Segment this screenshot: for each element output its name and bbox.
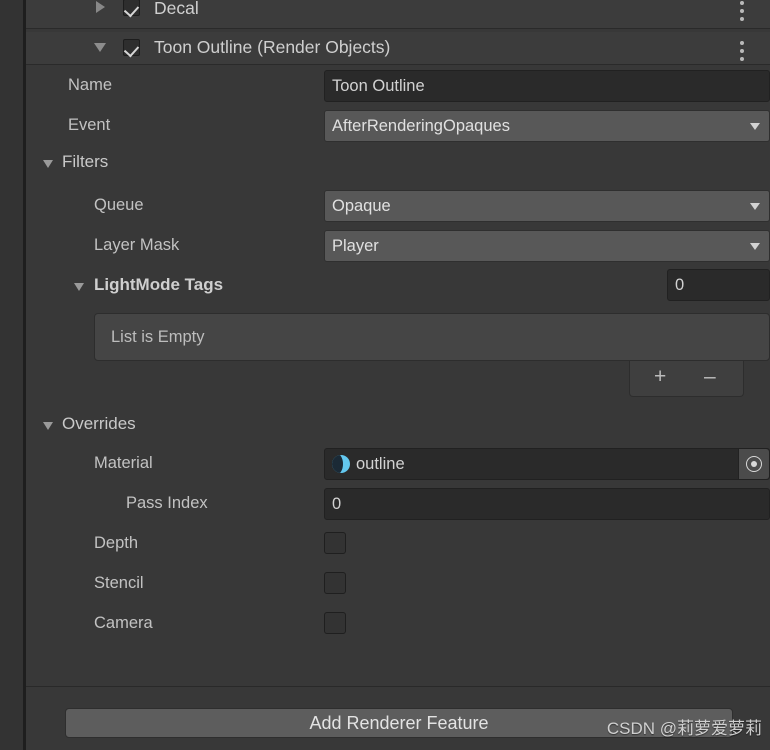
- minus-icon[interactable]: –: [704, 366, 716, 387]
- chevron-down-icon: [750, 123, 760, 130]
- event-dropdown-value: AfterRenderingOpaques: [332, 116, 510, 135]
- layer-mask-dropdown[interactable]: Player: [324, 230, 770, 262]
- depth-checkbox[interactable]: [324, 532, 346, 554]
- layer-mask-dropdown-value: Player: [332, 236, 379, 255]
- material-sphere-icon: [332, 455, 350, 473]
- toon-outline-enabled-checkbox[interactable]: [123, 39, 140, 56]
- filters-section-label: Filters: [62, 152, 109, 171]
- overrides-section-label: Overrides: [62, 414, 136, 433]
- camera-checkbox[interactable]: [324, 612, 346, 634]
- renderer-feature-header-toon-outline[interactable]: Toon Outline (Render Objects): [26, 32, 770, 64]
- triangle-right-icon[interactable]: [96, 1, 105, 13]
- camera-label: Camera: [94, 614, 153, 632]
- chevron-down-icon: [750, 243, 760, 250]
- name-label: Name: [68, 76, 113, 94]
- queue-dropdown-value: Opaque: [332, 196, 391, 215]
- material-object-field[interactable]: outline: [324, 448, 770, 480]
- render-features-panel: Decal Toon Outline (Render Objects) Name…: [26, 0, 770, 750]
- stencil-checkbox[interactable]: [324, 572, 346, 594]
- header-divider: [26, 28, 770, 29]
- filters-foldout-icon[interactable]: [43, 160, 53, 168]
- layer-mask-label: Layer Mask: [94, 236, 180, 254]
- toon-outline-feature-title: Toon Outline (Render Objects): [154, 37, 391, 57]
- overrides-foldout-icon[interactable]: [43, 422, 53, 430]
- kebab-menu-icon[interactable]: [740, 1, 744, 25]
- lightmode-tags-list-empty: List is Empty: [94, 313, 770, 361]
- object-picker-icon[interactable]: [738, 449, 769, 479]
- queue-label: Queue: [94, 196, 144, 214]
- stencil-label: Stencil: [94, 574, 144, 592]
- pass-index-label: Pass Index: [126, 494, 208, 512]
- plus-icon[interactable]: +: [654, 366, 666, 387]
- inspector-left-gutter: [0, 0, 23, 750]
- pass-index-input[interactable]: 0: [324, 488, 770, 520]
- lightmode-tags-list-footer: + –: [629, 361, 744, 397]
- chevron-down-icon: [750, 203, 760, 210]
- unity-inspector-panel: Decal Toon Outline (Render Objects) Name…: [0, 0, 770, 750]
- decal-feature-title: Decal: [154, 0, 199, 18]
- material-label: Material: [94, 454, 153, 472]
- name-input[interactable]: Toon Outline: [324, 70, 770, 102]
- header-divider: [26, 64, 770, 65]
- kebab-menu-icon[interactable]: [740, 41, 744, 65]
- lightmode-tags-foldout-icon[interactable]: [74, 283, 84, 291]
- lightmode-tags-label: LightMode Tags: [94, 275, 224, 294]
- renderer-feature-header-decal[interactable]: Decal: [26, 0, 770, 28]
- material-value: outline: [356, 454, 405, 473]
- decal-enabled-checkbox[interactable]: [123, 0, 140, 16]
- watermark: CSDN @莉萝爱萝莉: [606, 719, 762, 738]
- triangle-down-icon[interactable]: [94, 43, 106, 52]
- event-label: Event: [68, 116, 111, 134]
- event-dropdown[interactable]: AfterRenderingOpaques: [324, 110, 770, 142]
- lightmode-tags-size-input[interactable]: 0: [667, 269, 770, 301]
- depth-label: Depth: [94, 534, 139, 552]
- queue-dropdown[interactable]: Opaque: [324, 190, 770, 222]
